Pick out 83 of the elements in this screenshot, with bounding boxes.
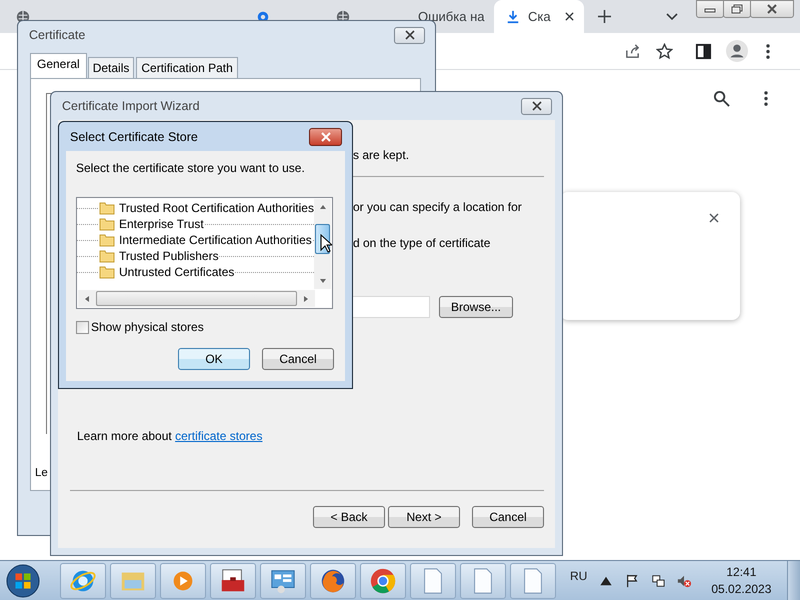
tab-title: Ошибка на [418,9,484,24]
restore-icon [730,4,744,14]
horizontal-scrollbar[interactable] [78,290,315,307]
scroll-right-icon[interactable] [303,294,309,302]
close-icon [404,30,416,40]
taskbar-app[interactable] [310,562,356,598]
close-button[interactable] [394,26,425,44]
tab[interactable]: General [30,53,87,78]
close-button[interactable] [521,98,552,114]
search-icon[interactable] [713,90,730,107]
network-icon[interactable] [651,574,666,588]
taskbar-app[interactable] [460,562,506,598]
close-icon[interactable] [564,12,574,21]
browser-tab[interactable]: Ошибка на [408,0,490,33]
description-text: d on the type of certificate [353,236,492,250]
wizard-button[interactable]: < Back [313,506,385,528]
taskbar-app[interactable] [210,562,256,598]
start-button[interactable] [6,564,40,598]
certificate-stores-link[interactable]: certificate stores [175,429,262,443]
tab[interactable]: Details [88,57,134,78]
share-icon[interactable] [624,42,641,60]
window-title: Certificate [29,28,86,42]
sidebar-icon[interactable] [695,42,712,60]
clock-time[interactable]: 12:41 [726,564,756,580]
close-icon [530,101,542,111]
close-icon [765,4,779,14]
toolbox-icon [219,566,247,594]
store-item[interactable]: Trusted Publishers [77,248,315,264]
store-item[interactable]: Enterprise Trust [77,216,315,232]
star-icon[interactable] [656,42,673,60]
scroll-down-icon[interactable] [318,278,326,284]
folder-icon [99,233,115,247]
flag-icon[interactable] [625,574,640,588]
store-field[interactable] [352,296,430,318]
wizard-button[interactable]: Next > [388,506,460,528]
window-title: Select Certificate Store [70,130,198,144]
close-icon [320,132,332,142]
menu-icon[interactable] [764,91,768,106]
prompt-text: Select the certificate store you want to use. [76,161,306,175]
restore-button[interactable] [723,0,751,18]
description-text: or you can specify a location for [353,200,523,214]
store-item[interactable]: Trusted Root Certification Authorities [77,200,315,216]
close-icon[interactable] [709,213,719,223]
dialog-button[interactable]: OK [178,348,250,370]
tab-title: Ска [528,9,551,24]
browse-button[interactable]: Browse... [439,296,513,318]
description-text: s are kept. [353,148,410,162]
folder-icon [99,249,115,263]
taskbar-app[interactable] [510,562,556,598]
language-indicator[interactable]: RU [570,568,588,582]
close-button[interactable] [309,128,342,146]
taskbar-app[interactable] [410,562,456,598]
window-title: Certificate Import Wizard [62,99,200,113]
profile-icon[interactable] [726,40,748,62]
wizard-button[interactable]: Cancel [472,506,544,528]
clock-date[interactable]: 05.02.2023 [711,580,772,598]
folder-icon [99,217,115,231]
close-button[interactable] [750,0,794,18]
menu-icon[interactable] [766,44,770,58]
folder-icon [99,201,115,215]
dialog-button[interactable]: Cancel [262,348,334,370]
store-item[interactable]: Untrusted Certificates [77,264,315,280]
taskbar-app[interactable] [60,562,106,598]
checkbox[interactable] [76,320,89,334]
chevron-icon[interactable] [666,12,678,20]
minimize-button[interactable] [696,0,724,18]
new-tab-icon[interactable] [598,10,611,23]
volume-muted-icon[interactable] [677,574,692,588]
vertical-scrollbar[interactable] [314,199,331,289]
learn-more-text: Le [35,467,48,479]
download-icon [506,10,520,24]
scroll-thumb[interactable] [96,291,297,306]
store-item[interactable]: Intermediate Certification Authorities [77,232,315,248]
folder-icon [99,265,115,279]
chrome-icon [369,566,397,594]
scroll-left-icon[interactable] [84,294,90,302]
taskbar-app[interactable] [360,562,406,598]
learn-more-text: Learn more about [77,429,172,443]
tab[interactable]: Certification Path [136,57,238,78]
scroll-up-icon[interactable] [318,204,326,210]
browser-tab[interactable]: Ска [494,0,584,33]
checkbox-label: Show physical stores [91,320,204,334]
taskbar-app[interactable] [260,562,306,598]
